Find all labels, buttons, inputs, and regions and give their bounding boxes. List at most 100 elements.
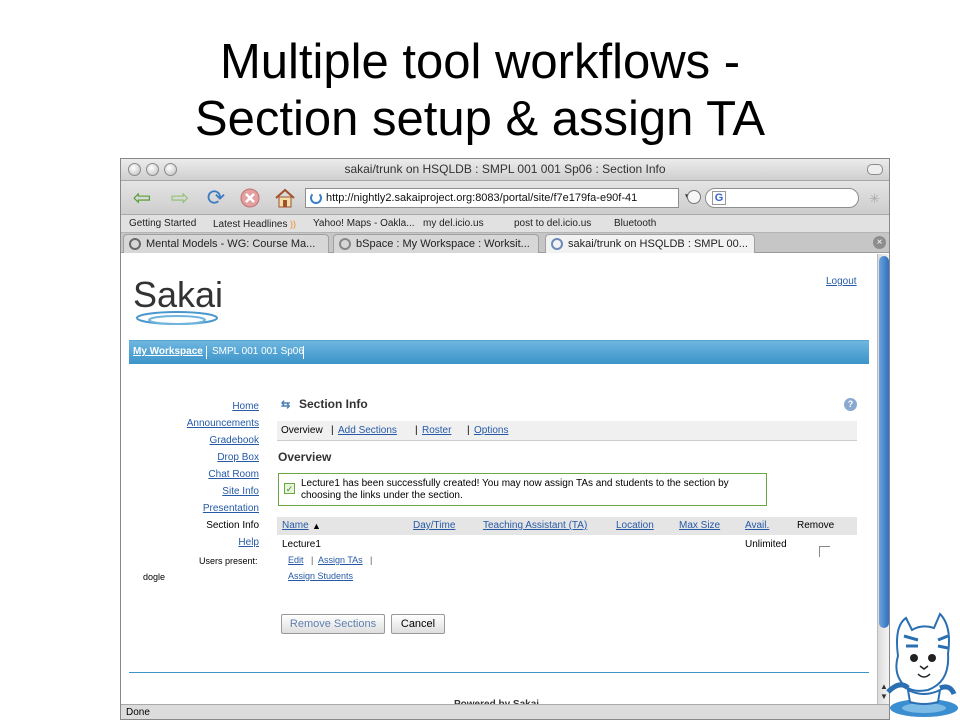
site-favicon-icon [310,192,322,204]
slide-title: Multiple tool workflows - Section setup … [0,34,960,148]
home-icon[interactable] [271,186,299,210]
tool-nav-options[interactable]: Options [474,421,508,441]
tab-favicon-icon [551,238,563,250]
reload-icon[interactable]: ⟳ [203,186,229,210]
navigation-toolbar: ⇦ ⇨ ⟳ http://nightly2.sakaiproject.org:8… [121,181,889,215]
tool-nav-overview: Overview [281,425,323,436]
status-text: Done [126,707,150,718]
search-input[interactable]: G [705,188,859,208]
sakai-cat-mascot [878,596,960,720]
table-row: Lecture1 Edit | Assign TAs | Assign Stud… [277,536,857,588]
action-divider: | [311,555,314,565]
tab-favicon-icon [339,238,351,250]
tool-menu-site-info[interactable]: Site Info [161,483,259,500]
section-name: Lecture1 [282,539,321,550]
assign-students-link[interactable]: Assign Students [288,571,353,581]
browser-window: sakai/trunk on HSQLDB : SMPL 001 001 Sp0… [120,158,890,720]
tool-menu-chat-room[interactable]: Chat Room [161,466,259,483]
sort-ascending-icon[interactable]: ▲ [312,517,321,535]
footer-divider [129,672,869,673]
site-tab-smpl-001[interactable]: SMPL 001 001 Sp06 [212,341,304,363]
sakai-logo: Sakai [133,274,223,330]
back-arrow-icon[interactable]: ⇦ [127,186,157,210]
bookmark-getting-started[interactable]: Getting Started [129,215,196,233]
site-navigation-bar: My Workspace SMPL 001 001 Sp06 [129,340,869,364]
site-tab-my-workspace[interactable]: My Workspace [133,341,203,363]
bookmarks-bar: Getting Started Latest Headlines )) Yaho… [121,215,889,233]
tool-menu-home[interactable]: Home [161,398,259,415]
status-bar: Done [121,704,889,719]
remove-sections-button[interactable]: Remove Sections [281,614,385,634]
bookmark-yahoo-maps[interactable]: Yahoo! Maps - Oakla... [313,215,415,233]
logout-link[interactable]: Logout [826,276,857,287]
action-divider: | [370,555,373,565]
help-icon[interactable]: ? [844,398,857,411]
rss-icon: )) [287,219,296,229]
tool-menu-gradebook[interactable]: Gradebook [161,432,259,449]
bookmark-latest-headlines-label: Latest Headlines [213,219,288,230]
tool-menu-drop-box[interactable]: Drop Box [161,449,259,466]
cancel-button[interactable]: Cancel [391,614,445,634]
bookmark-post-delicious[interactable]: post to del.icio.us [514,215,591,233]
column-header-remove: Remove [797,520,835,531]
section-avail: Unlimited [745,539,787,550]
tab-bspace[interactable]: bSpace : My Workspace : Worksit... [333,234,539,253]
checkmark-icon: ✓ [284,483,295,494]
tool-menu-help[interactable]: Help [161,534,259,551]
users-present-label: Users present: [199,556,258,566]
assign-tas-link[interactable]: Assign TAs [318,555,363,565]
search-engine-icon[interactable]: G [712,191,726,205]
window-titlebar: sakai/trunk on HSQLDB : SMPL 001 001 Sp0… [121,159,889,181]
forward-arrow-icon[interactable]: ⇨ [165,186,195,210]
tool-nav-bar: Overview | Add Sections | Roster | Optio… [277,421,857,441]
close-tab-icon[interactable]: × [873,236,886,249]
tool-menu: Home Announcements Gradebook Drop Box Ch… [161,398,259,551]
edit-section-link[interactable]: Edit [288,555,304,565]
tool-nav-divider: | [331,425,334,436]
reset-tool-icon[interactable]: ⇆ [281,398,290,411]
go-icon[interactable] [687,190,701,204]
tab-label: Mental Models - WG: Course Ma... [146,238,316,250]
tab-mental-models[interactable]: Mental Models - WG: Course Ma... [123,234,329,253]
column-header-day-time[interactable]: Day/Time [413,517,455,535]
success-message: Lecture1 has been successfully created! … [301,478,729,501]
slide-title-line-2: Section setup & assign TA [194,92,766,146]
success-message-box: ✓ Lecture1 has been successfully created… [278,473,767,506]
tool-nav-divider: | [415,425,418,436]
tool-nav-add-sections[interactable]: Add Sections [338,421,397,441]
tab-label: bSpace : My Workspace : Worksit... [356,238,530,250]
column-header-teaching-assistant[interactable]: Teaching Assistant (TA) [483,517,587,535]
url-text: http://nightly2.sakaiproject.org:8083/po… [326,192,638,204]
column-header-location[interactable]: Location [616,517,654,535]
sections-table-header: Name ▲ Day/Time Teaching Assistant (TA) … [277,517,857,535]
tool-menu-section-info: Section Info [206,520,259,531]
tool-menu-announcements[interactable]: Announcements [161,415,259,432]
tool-menu-presentation[interactable]: Presentation [161,500,259,517]
stop-icon[interactable] [237,186,263,210]
toolbar-toggle-button[interactable] [867,164,883,175]
window-title: sakai/trunk on HSQLDB : SMPL 001 001 Sp0… [344,162,666,176]
scrollbar-thumb[interactable] [879,256,889,628]
slide-title-line-1: Multiple tool workflows - [219,35,741,89]
tab-bar: Mental Models - WG: Course Ma... bSpace … [121,233,889,253]
column-header-avail[interactable]: Avail. [745,517,769,535]
remove-section-checkbox[interactable] [819,546,830,557]
column-header-name[interactable]: Name [282,517,309,535]
tool-title-bar: ⇆ Section Info ? [281,396,859,416]
column-header-max-size[interactable]: Max Size [679,517,720,535]
tool-title: Section Info [299,397,368,411]
present-user-name: dogle [143,572,166,582]
tab-sakai-trunk[interactable]: sakai/trunk on HSQLDB : SMPL 00... [545,234,755,253]
tool-nav-divider: | [467,425,470,436]
activity-spinner-icon: ✳ [869,191,880,206]
tab-favicon-icon [129,238,141,250]
overview-heading: Overview [278,450,332,464]
bookmark-my-delicious[interactable]: my del.icio.us [423,215,484,233]
tool-nav-roster[interactable]: Roster [422,421,451,441]
bookmark-latest-headlines[interactable]: Latest Headlines )) [213,215,296,234]
bookmark-bluetooth[interactable]: Bluetooth [614,215,656,233]
tab-label: sakai/trunk on HSQLDB : SMPL 00... [568,238,748,250]
site-tab-divider [206,346,207,359]
page-viewport: Sakai Logout My Workspace SMPL 001 001 S… [121,254,877,676]
url-input[interactable]: http://nightly2.sakaiproject.org:8083/po… [305,188,679,208]
